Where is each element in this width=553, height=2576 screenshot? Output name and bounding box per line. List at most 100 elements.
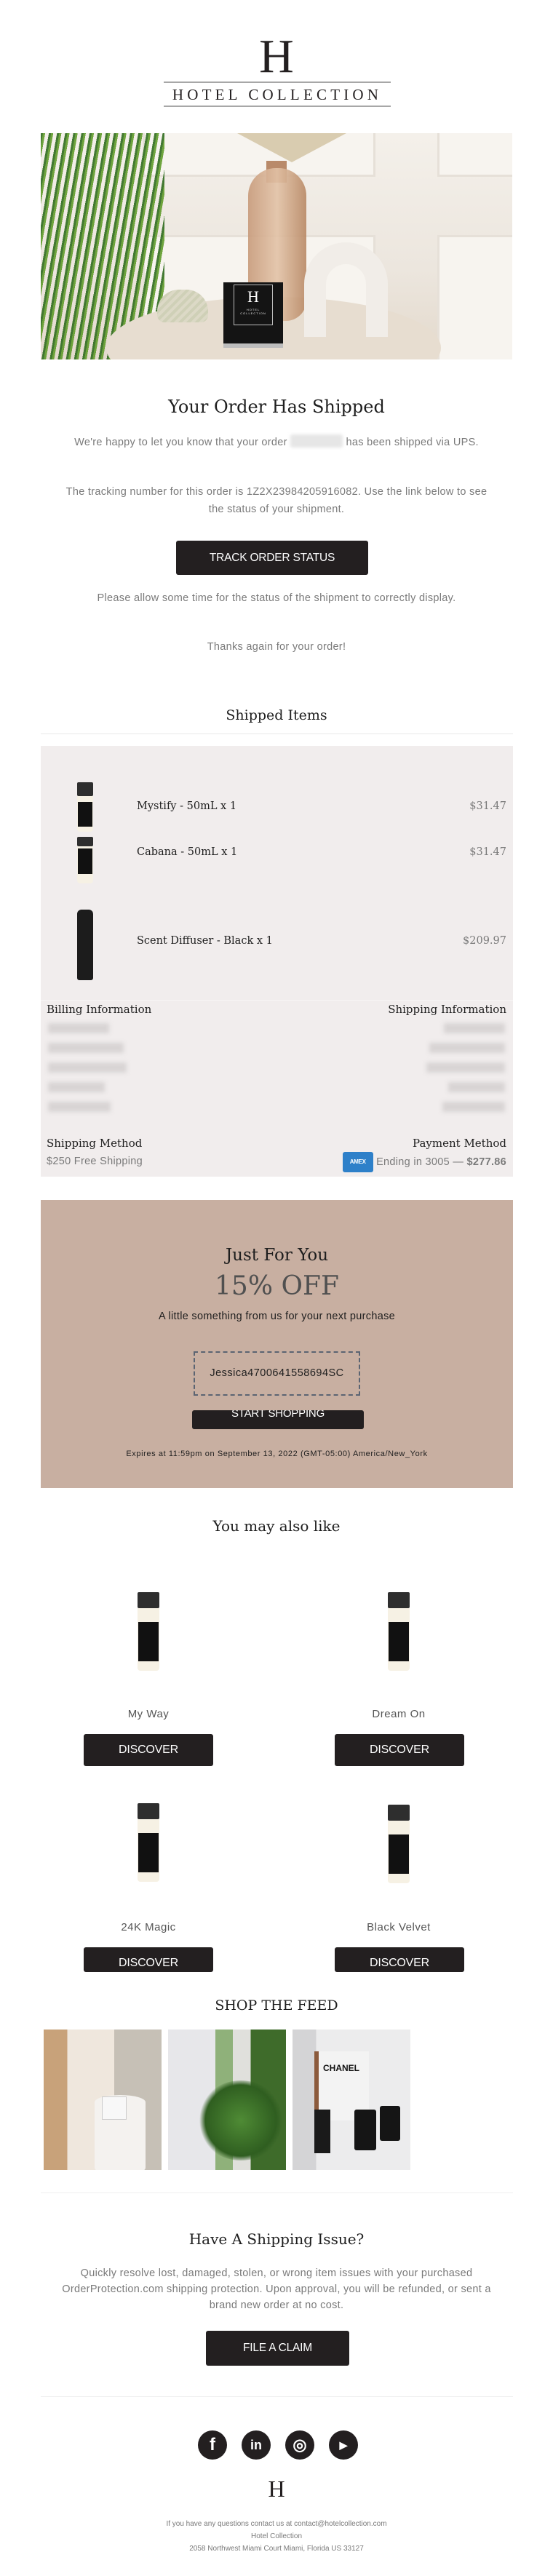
shipping-method-value: $250 Free Shipping: [47, 1156, 143, 1167]
section-divider: [41, 1000, 513, 1001]
file-claim-button[interactable]: FILE A CLAIM: [206, 2331, 349, 2366]
footer-logo[interactable]: H: [0, 2476, 553, 2503]
feed-image-palm-lobby[interactable]: [168, 2030, 286, 2170]
billing-country-redacted: [48, 1082, 105, 1092]
payment-method-value: AMEX Ending in 3005 — $277.86: [342, 1152, 506, 1172]
payment-card-text: Ending in 3005 —: [376, 1156, 464, 1168]
candle-graphic: [354, 2110, 376, 2150]
coupon-code[interactable]: Jessica4700641558694SC: [194, 1351, 360, 1396]
tracking-text: The tracking number for this order is 1Z…: [65, 486, 488, 515]
item-name[interactable]: Cabana - 50mL x 1: [137, 846, 237, 858]
logo-rule-bottom: [164, 106, 391, 107]
product-image-24k-magic[interactable]: [138, 1803, 159, 1882]
item-image-cabana[interactable]: [77, 837, 93, 883]
coupon-subtitle: A little something from us for your next…: [159, 1311, 395, 1322]
brand-logo-text[interactable]: HOTEL COLLECTION: [164, 86, 391, 104]
item-name[interactable]: Mystify - 50mL x 1: [137, 800, 236, 812]
bottle-label: [138, 1833, 159, 1873]
bottle-cap: [77, 837, 93, 846]
order-number-redacted: [290, 434, 343, 448]
payment-method-label: Payment Method: [413, 1137, 506, 1150]
product-name[interactable]: Black Velvet: [320, 1921, 477, 1933]
feed-image-chanel-candles[interactable]: CHANEL: [293, 2030, 410, 2170]
discover-button[interactable]: DISCOVER: [335, 1947, 464, 1972]
candle-label: H: [234, 285, 273, 325]
page-title: Your Order Has Shipped: [168, 397, 385, 417]
youtube-icon[interactable]: ▶: [329, 2430, 358, 2460]
order-summary-box: [41, 746, 513, 1177]
candle-graphic: [102, 2096, 127, 2120]
shipping-city-redacted: [426, 1062, 505, 1073]
coupon-panel: [41, 1200, 513, 1488]
hero-image[interactable]: H HOTEL COLLECTION: [41, 133, 512, 359]
item-price: $31.47: [469, 800, 506, 812]
item-name[interactable]: Scent Diffuser - Black x 1: [137, 935, 273, 947]
allow-time-text: Please allow some time for the status of…: [97, 592, 456, 604]
bottle-label: [77, 802, 93, 827]
intro-text: We're happy to let you know that your or…: [58, 434, 495, 451]
discover-button[interactable]: DISCOVER: [335, 1734, 464, 1766]
product-name[interactable]: Dream On: [320, 1708, 477, 1720]
coupon-expiry: Expires at 11:59pm on September 13, 2022…: [126, 1450, 428, 1458]
bottle-cap: [388, 1592, 410, 1608]
start-shopping-button[interactable]: START SHOPPING: [192, 1410, 364, 1429]
wall-panel: [437, 133, 512, 177]
billing-street-redacted: [48, 1043, 124, 1053]
product-image-black-velvet[interactable]: [388, 1805, 410, 1883]
section-divider: [41, 2396, 513, 2397]
perfume-graphic: [314, 2110, 330, 2153]
coupon-discount: 15% OFF: [215, 1271, 339, 1301]
claim-title: Have A Shipping Issue?: [188, 2230, 365, 2248]
shipping-country-redacted: [448, 1082, 505, 1092]
shipping-method-label: Shipping Method: [47, 1137, 143, 1150]
feed-image-candle-side-table[interactable]: [44, 2030, 162, 2170]
product-name[interactable]: 24K Magic: [70, 1921, 227, 1933]
bowl-graphic: [157, 290, 208, 322]
shipped-items-title: Shipped Items: [226, 707, 327, 723]
product-image-my-way[interactable]: [138, 1592, 159, 1671]
shipping-name-redacted: [444, 1023, 505, 1033]
bottle-cap: [388, 1805, 410, 1821]
candle-label-sub: HOTEL COLLECTION: [240, 308, 266, 315]
bottle-label: [389, 1834, 409, 1875]
footer-address: 2058 Northwest Miami Court Miami, Florid…: [189, 2545, 364, 2553]
billing-name-redacted: [48, 1023, 109, 1033]
bottle-cap: [138, 1803, 159, 1819]
palm-graphic: [197, 2080, 285, 2160]
billing-phone-redacted: [48, 1102, 111, 1112]
product-name[interactable]: My Way: [70, 1708, 227, 1720]
recommendations-title: You may also like: [212, 1517, 341, 1535]
shipping-phone-redacted: [442, 1102, 505, 1112]
thanks-text: Thanks again for your order!: [207, 641, 346, 653]
discover-button[interactable]: DISCOVER: [84, 1734, 213, 1766]
discover-button[interactable]: DISCOVER: [84, 1947, 213, 1972]
linkedin-icon[interactable]: in: [242, 2430, 271, 2460]
wall-panel: [437, 235, 512, 359]
item-price: $31.47: [469, 846, 506, 858]
intro-text-after: has been shipped via UPS.: [346, 437, 479, 448]
brand-logo-letter[interactable]: H: [0, 33, 553, 81]
shipping-street-redacted: [429, 1043, 505, 1053]
bottle-label: [77, 848, 93, 875]
shipping-info-label: Shipping Information: [388, 1003, 506, 1016]
bottle-cap: [77, 782, 93, 797]
item-image-scent-diffuser[interactable]: [77, 910, 93, 980]
billing-city-redacted: [48, 1062, 127, 1073]
shop-the-feed-title: SHOP THE FEED: [215, 1997, 338, 2014]
bottle-cap: [138, 1592, 159, 1608]
footer-company: Hotel Collection: [250, 2532, 303, 2540]
footer-contact: If you have any questions contact us at …: [166, 2520, 387, 2528]
candle-graphic: [380, 2106, 400, 2141]
track-order-button[interactable]: TRACK ORDER STATUS: [176, 541, 368, 575]
item-image-mystify[interactable]: [77, 782, 93, 832]
bottle-label: [389, 1622, 409, 1662]
item-price: $209.97: [463, 935, 506, 947]
facebook-icon[interactable]: f: [198, 2430, 227, 2460]
bottle-label: [138, 1622, 159, 1662]
book-title: CHANEL: [323, 2063, 359, 2073]
payment-total: $277.86: [466, 1156, 506, 1168]
arch-sculpture-graphic: [304, 242, 388, 337]
instagram-icon[interactable]: ◎: [285, 2430, 314, 2460]
logo-rule-top: [164, 82, 391, 83]
product-image-dream-on[interactable]: [388, 1592, 410, 1671]
